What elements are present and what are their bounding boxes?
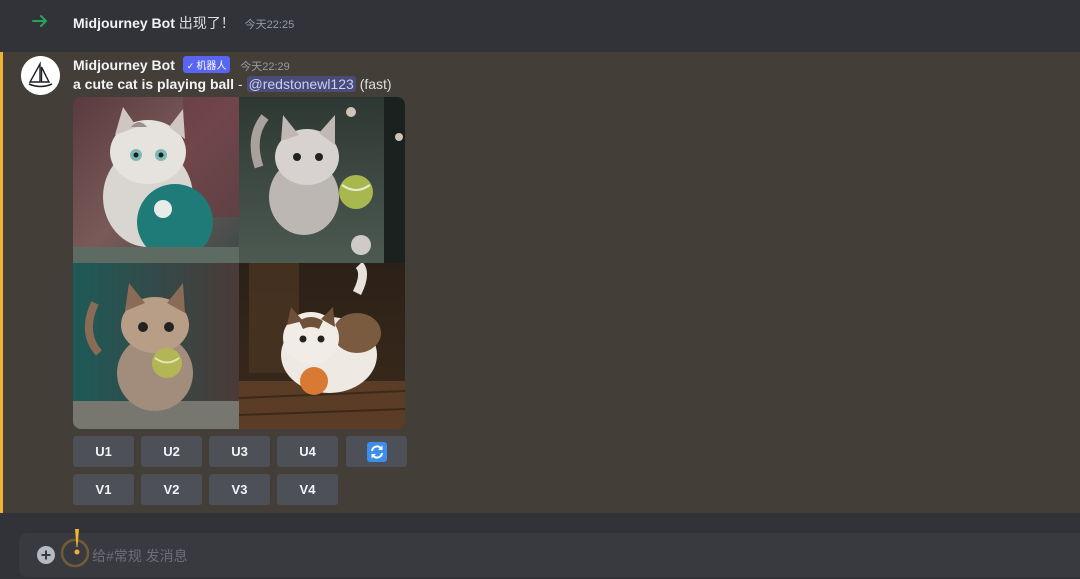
composer-placeholder[interactable]: 给#常规 发消息 (92, 546, 188, 566)
system-timestamp[interactable]: 今天22:25 (245, 19, 295, 31)
cat-with-teal-ball-image[interactable] (73, 97, 239, 263)
refresh-icon (366, 441, 387, 462)
exclamation-icon (60, 529, 90, 568)
kitten-holding-ball-image[interactable] (73, 263, 239, 429)
variation-button-2[interactable]: V2 (141, 474, 202, 505)
user-mention[interactable]: @redstonewl123 (246, 76, 356, 92)
composer-prefix: 给 (92, 548, 106, 564)
avatar[interactable] (21, 56, 60, 95)
speed-label: (fast) (359, 76, 392, 92)
variation-button-4[interactable]: V4 (277, 474, 338, 505)
separator: - (237, 76, 243, 92)
system-join-message: Midjourney Bot 出现了！ 今天22:25 (0, 0, 1080, 46)
variation-button-1[interactable]: V1 (73, 474, 134, 505)
reroll-button[interactable] (346, 436, 407, 467)
system-author[interactable]: Midjourney Bot (73, 15, 175, 31)
cat-with-orange-ball-image[interactable] (239, 263, 405, 429)
variation-button-3[interactable]: V3 (209, 474, 270, 505)
bot-tag-label: 机器人 (196, 61, 227, 72)
message-composer[interactable]: 给#常规 发消息 (19, 529, 1080, 577)
upscale-button-3[interactable]: U3 (209, 436, 270, 467)
message-author[interactable]: Midjourney Bot (73, 57, 175, 73)
upscale-button-4[interactable]: U4 (277, 436, 338, 467)
image-grid[interactable] (73, 97, 405, 429)
midjourney-sailboat-icon (21, 56, 60, 95)
system-text: 出现了！ (178, 15, 235, 31)
prompt-text: a cute cat is playing ball (73, 76, 235, 92)
composer-placeholder-text: #常规 发消息 (106, 548, 188, 564)
join-arrow-icon (32, 15, 47, 27)
upscale-button-2[interactable]: U2 (141, 436, 202, 467)
verified-check-icon: ✓ (186, 61, 195, 71)
bot-tag: ✓ 机器人 (182, 56, 231, 73)
upscale-button-1[interactable]: U1 (73, 436, 134, 467)
cat-with-tennis-ball-image[interactable] (239, 97, 405, 263)
bot-message: Midjourney Bot ✓ 机器人 今天22:29 a cute cat i… (0, 52, 1080, 513)
plus-circle-icon[interactable] (37, 546, 55, 564)
message-timestamp[interactable]: 今天22:29 (240, 61, 290, 73)
